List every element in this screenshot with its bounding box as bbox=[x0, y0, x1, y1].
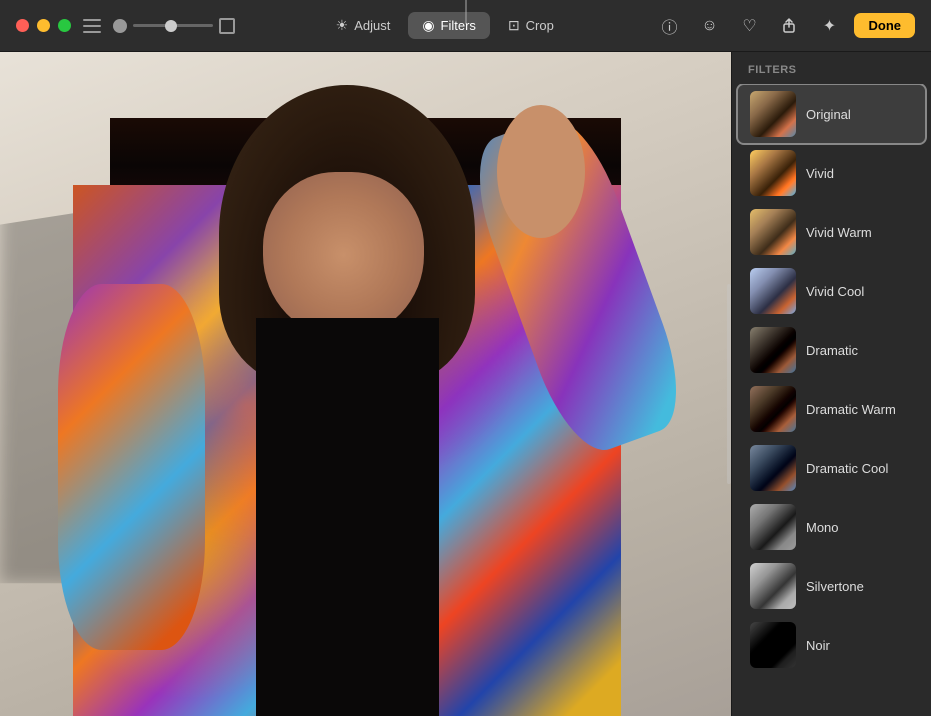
filter-label-mono: Mono bbox=[806, 520, 839, 535]
filter-item-silvertone[interactable]: Silvertone bbox=[738, 557, 925, 615]
filter-item-vivid-warm[interactable]: Vivid Warm bbox=[738, 203, 925, 261]
filter-item-vivid-cool[interactable]: Vivid Cool bbox=[738, 262, 925, 320]
filter-item-dramatic-cool[interactable]: Dramatic Cool bbox=[738, 439, 925, 497]
done-button[interactable]: Done bbox=[854, 13, 915, 38]
photo-canvas bbox=[0, 52, 731, 716]
zoom-icon bbox=[113, 19, 127, 33]
maximize-button[interactable] bbox=[58, 19, 71, 32]
filter-label-silvertone: Silvertone bbox=[806, 579, 864, 594]
filter-list: Original Vivid Vivid Warm Vivid Cool Dra… bbox=[732, 84, 931, 716]
filter-indicator-line bbox=[465, 0, 466, 24]
info-button[interactable]: ⓘ bbox=[654, 11, 684, 41]
filter-label-vivid-cool: Vivid Cool bbox=[806, 284, 864, 299]
filters-icon: ◉ bbox=[422, 17, 434, 34]
photo-hand bbox=[497, 105, 585, 238]
filter-label-dramatic-cool: Dramatic Cool bbox=[806, 461, 888, 476]
zoom-thumb[interactable] bbox=[165, 20, 177, 32]
filter-thumb-vivid bbox=[750, 150, 796, 196]
photo-left-arm bbox=[58, 284, 204, 649]
filter-thumb-original bbox=[750, 91, 796, 137]
photo-shirt bbox=[256, 318, 439, 716]
filter-thumb-dramatic-warm bbox=[750, 386, 796, 432]
tab-filters[interactable]: ◉ Filters bbox=[408, 12, 490, 39]
photo-scroll-indicator bbox=[727, 284, 731, 483]
filter-item-dramatic[interactable]: Dramatic bbox=[738, 321, 925, 379]
filter-label-dramatic: Dramatic bbox=[806, 343, 858, 358]
photo-face bbox=[263, 172, 424, 338]
titlebar-right: ⓘ ☺ ♡ ✦ Done bbox=[654, 11, 915, 41]
zoom-track[interactable] bbox=[133, 24, 213, 27]
photo-display bbox=[0, 52, 731, 716]
toolbar-tabs: ☀ Adjust ◉ Filters ⊡ Crop bbox=[322, 12, 568, 39]
filter-item-dramatic-warm[interactable]: Dramatic Warm bbox=[738, 380, 925, 438]
filters-header: Filters bbox=[732, 52, 931, 84]
tools-button[interactable]: ✦ bbox=[814, 11, 844, 41]
filter-label-original: Original bbox=[806, 107, 851, 122]
emoji-button[interactable]: ☺ bbox=[694, 11, 724, 41]
filter-thumb-silvertone bbox=[750, 563, 796, 609]
filter-thumb-noir bbox=[750, 622, 796, 668]
zoom-slider-area[interactable] bbox=[113, 18, 235, 34]
sidebar-toggle-button[interactable] bbox=[83, 19, 101, 33]
adjust-icon: ☀ bbox=[336, 17, 349, 34]
filter-thumb-mono bbox=[750, 504, 796, 550]
heart-button[interactable]: ♡ bbox=[734, 11, 764, 41]
filter-item-mono[interactable]: Mono bbox=[738, 498, 925, 556]
filter-thumb-vivid-cool bbox=[750, 268, 796, 314]
tab-adjust[interactable]: ☀ Adjust bbox=[322, 12, 405, 39]
main-content: Filters Original Vivid Vivid Warm Vivid … bbox=[0, 52, 931, 716]
filter-item-noir[interactable]: Noir bbox=[738, 616, 925, 674]
filter-label-vivid: Vivid bbox=[806, 166, 834, 181]
traffic-lights bbox=[16, 19, 71, 32]
filter-sidebar: Filters Original Vivid Vivid Warm Vivid … bbox=[731, 52, 931, 716]
filter-thumb-dramatic bbox=[750, 327, 796, 373]
titlebar-left bbox=[16, 18, 235, 34]
photo-area bbox=[0, 52, 731, 716]
share-button[interactable] bbox=[774, 11, 804, 41]
filter-label-noir: Noir bbox=[806, 638, 830, 653]
tab-crop[interactable]: ⊡ Crop bbox=[494, 12, 568, 39]
filter-thumb-dramatic-cool bbox=[750, 445, 796, 491]
filter-label-dramatic-warm: Dramatic Warm bbox=[806, 402, 896, 417]
filter-label-vivid-warm: Vivid Warm bbox=[806, 225, 872, 240]
titlebar: ☀ Adjust ◉ Filters ⊡ Crop ⓘ ☺ ♡ ✦ Done bbox=[0, 0, 931, 52]
filter-item-original[interactable]: Original bbox=[738, 85, 925, 143]
close-button[interactable] bbox=[16, 19, 29, 32]
fullscreen-icon[interactable] bbox=[219, 18, 235, 34]
minimize-button[interactable] bbox=[37, 19, 50, 32]
filter-item-vivid[interactable]: Vivid bbox=[738, 144, 925, 202]
crop-icon: ⊡ bbox=[508, 17, 520, 34]
filter-thumb-vivid-warm bbox=[750, 209, 796, 255]
